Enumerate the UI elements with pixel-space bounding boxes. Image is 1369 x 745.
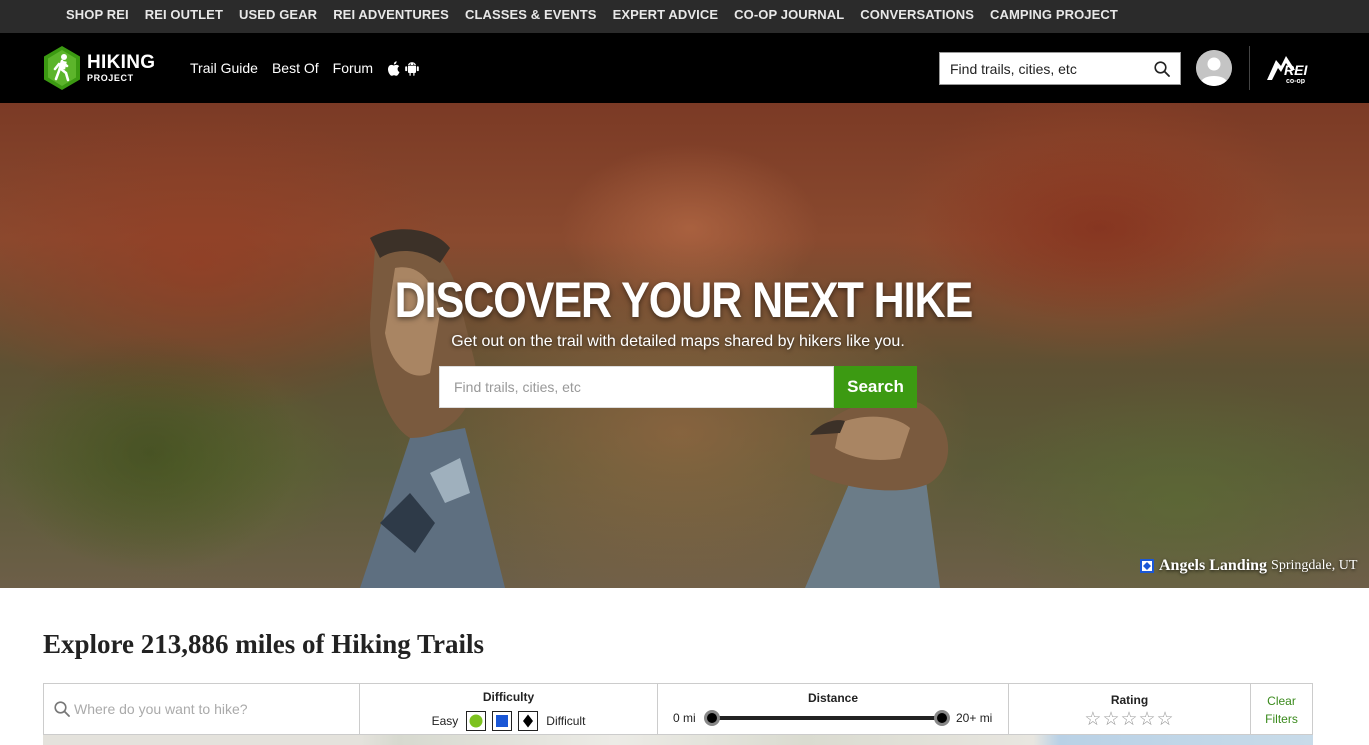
- hero-search-button[interactable]: Search: [834, 366, 917, 408]
- distance-slider: 0 mi 20+ mi: [658, 710, 1008, 726]
- hero-search-form: Search: [439, 366, 917, 408]
- difficulty-label: Difficulty: [482, 690, 535, 704]
- logo-subtitle: PROJECT: [87, 73, 134, 83]
- nav-forum[interactable]: Forum: [333, 60, 373, 76]
- intermediate-difficulty-icon: [1140, 559, 1154, 573]
- user-icon: [1196, 50, 1232, 86]
- trail-map-preview[interactable]: [43, 735, 1313, 745]
- rei-nav-item[interactable]: EXPERT ADVICE: [605, 0, 727, 33]
- filter-difficulty: Difficulty Easy Difficult: [360, 684, 658, 734]
- search-icon[interactable]: [1154, 61, 1170, 77]
- svg-text:REI: REI: [1284, 62, 1308, 78]
- rating-label: Rating: [1110, 693, 1149, 707]
- rating-stars[interactable]: ☆☆☆☆☆: [1009, 710, 1250, 729]
- distance-max-label: 20+ mi: [956, 711, 993, 725]
- header-search-box: [939, 52, 1181, 85]
- rei-top-bar: SHOP REI REI OUTLET USED GEAR REI ADVENTURE…: [0, 0, 1369, 33]
- difficulty-easy-label: Easy: [431, 714, 459, 728]
- green-circle-icon: [469, 714, 483, 728]
- difficulty-intermediate-toggle[interactable]: [492, 711, 513, 731]
- canyon-texture: [0, 333, 300, 573]
- photo-trail-name[interactable]: Angels Landing: [1159, 557, 1267, 575]
- hiking-project-logo[interactable]: HIKING PROJECT: [42, 45, 167, 91]
- filter-search: [44, 684, 360, 734]
- nav-trail-guide[interactable]: Trail Guide: [190, 60, 258, 76]
- android-icon[interactable]: [405, 61, 419, 76]
- hiker-logo-icon: [44, 46, 80, 90]
- blue-square-icon: [496, 715, 509, 727]
- black-diamond-icon: [523, 714, 534, 728]
- header-search-input[interactable]: [940, 53, 1145, 84]
- hero-title: DISCOVER YOUR NEXT HIKE: [394, 272, 974, 328]
- filter-distance: Distance 0 mi 20+ mi: [658, 684, 1009, 734]
- rei-nav-item[interactable]: SHOP REI: [58, 0, 137, 33]
- filter-rating: Rating ☆☆☆☆☆: [1009, 684, 1251, 734]
- clear-filters-link[interactable]: Clear Filters: [1251, 692, 1312, 728]
- rei-nav-list: SHOP REI REI OUTLET USED GEAR REI ADVENTURE…: [58, 0, 1126, 33]
- difficulty-difficult-label: Difficult: [546, 714, 586, 728]
- rei-nav-item[interactable]: CO-OP JOURNAL: [726, 0, 852, 33]
- rei-nav-item[interactable]: USED GEAR: [231, 0, 325, 33]
- filter-clear: Clear Filters: [1251, 684, 1312, 734]
- rei-nav-item[interactable]: CONVERSATIONS: [852, 0, 982, 33]
- rei-nav-item[interactable]: CLASSES & EVENTS: [457, 0, 605, 33]
- search-icon: [54, 701, 70, 717]
- apple-icon[interactable]: [387, 60, 400, 76]
- distance-max-handle[interactable]: [934, 710, 950, 726]
- difficulty-difficult-toggle[interactable]: [518, 711, 539, 731]
- hero-search-input[interactable]: [439, 366, 834, 408]
- rei-nav-item[interactable]: CAMPING PROJECT: [982, 0, 1126, 33]
- nav-best-of[interactable]: Best Of: [272, 60, 319, 76]
- location-search-input[interactable]: [74, 694, 344, 724]
- distance-label: Distance: [807, 691, 859, 705]
- difficulty-easy-toggle[interactable]: [466, 711, 487, 731]
- photo-location: Springdale, UT: [1271, 558, 1358, 573]
- logo-wordmark: HIKING: [87, 52, 156, 73]
- rei-coop-logo[interactable]: REI co-op: [1265, 52, 1313, 84]
- hero-subtitle: Get out on the trail with detailed maps …: [451, 333, 905, 350]
- hero-banner: DISCOVER YOUR NEXT HIKE Get out on the t…: [0, 103, 1369, 588]
- svg-text:co-op: co-op: [1286, 78, 1305, 84]
- rei-nav-item[interactable]: REI OUTLET: [137, 0, 231, 33]
- distance-slider-track[interactable]: [712, 716, 942, 720]
- header-divider: [1249, 46, 1250, 90]
- site-header: HIKING PROJECT Trail Guide Best Of Forum: [0, 33, 1369, 103]
- distance-min-handle[interactable]: [704, 710, 720, 726]
- explore-heading: Explore 213,886 miles of Hiking Trails: [43, 629, 485, 659]
- main-nav: Trail Guide Best Of Forum: [190, 33, 419, 103]
- trail-filter-bar: Difficulty Easy Difficult Distance 0 mi …: [43, 683, 1313, 735]
- distance-min-label: 0 mi: [673, 711, 696, 725]
- user-avatar[interactable]: [1196, 50, 1232, 86]
- photo-caption[interactable]: Angels Landing Springdale, UT: [1140, 557, 1357, 575]
- rei-nav-item[interactable]: REI ADVENTURES: [325, 0, 457, 33]
